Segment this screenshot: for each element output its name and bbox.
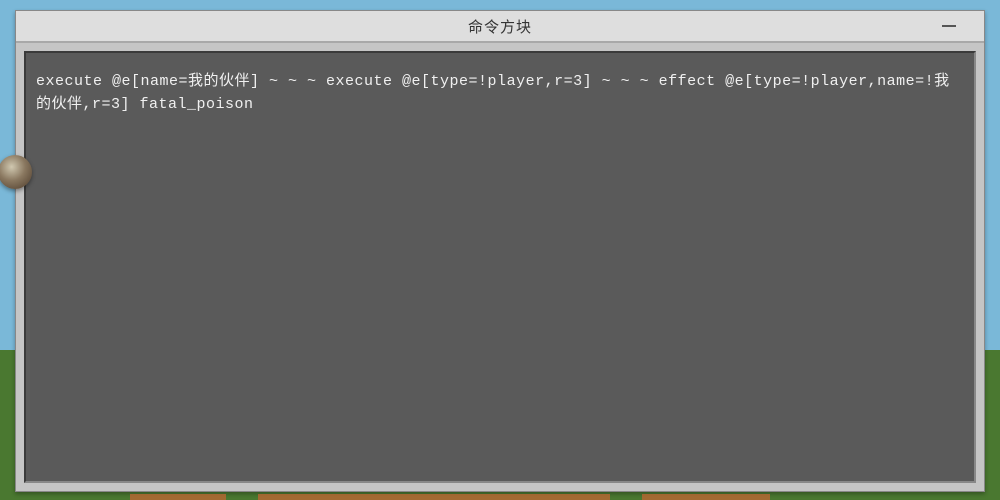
window-title: 命令方块 — [468, 16, 532, 37]
command-block-window: 命令方块 execute @e[name=我的伙伴] ~ ~ ~ execute… — [15, 10, 985, 492]
titlebar: 命令方块 — [16, 11, 984, 43]
command-text: execute @e[name=我的伙伴] ~ ~ ~ execute @e[t… — [36, 71, 964, 116]
hotbar-hint — [130, 494, 770, 500]
command-input-area[interactable]: execute @e[name=我的伙伴] ~ ~ ~ execute @e[t… — [24, 51, 976, 483]
minimize-button[interactable] — [942, 25, 956, 27]
